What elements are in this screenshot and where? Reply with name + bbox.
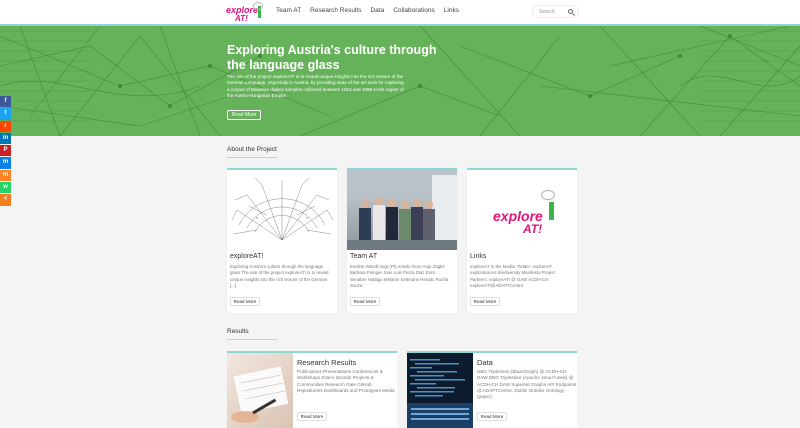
card-research-results: Research Results Publications Presentati… bbox=[227, 351, 397, 428]
dendrogram-image bbox=[227, 170, 337, 250]
whatsapp-icon[interactable]: w bbox=[0, 182, 11, 194]
team-photo bbox=[347, 170, 457, 250]
hero-banner: Exploring Austria's culture through the … bbox=[0, 26, 800, 136]
read-more-button[interactable]: Read More bbox=[297, 412, 327, 421]
card-text: Eveline Wandl-Vogt (PI) Amelie Dorn Anja… bbox=[350, 264, 449, 288]
card-team-at: Team AT Eveline Wandl-Vogt (PI) Amelie D… bbox=[347, 168, 457, 313]
facebook-icon[interactable]: f bbox=[0, 96, 11, 108]
logo-squiggle bbox=[253, 2, 263, 10]
mix-icon[interactable]: m bbox=[0, 169, 11, 182]
logo-squiggle bbox=[541, 190, 555, 200]
logo-text-bottom: AT! bbox=[523, 222, 543, 236]
read-more-button[interactable]: Read More bbox=[350, 297, 380, 306]
card-text: DBO Triplestore (BlazeGraph) @ ACDH-CH D… bbox=[477, 369, 577, 400]
card-title: Data bbox=[477, 358, 493, 367]
search-icon[interactable] bbox=[568, 9, 573, 14]
nav-data[interactable]: Data bbox=[370, 7, 384, 14]
reddit-icon[interactable]: r bbox=[0, 120, 11, 132]
hero-description: The aim of the project exploreAT! is to … bbox=[227, 74, 404, 99]
card-text: Publications Presentations Conferences &… bbox=[297, 369, 395, 393]
social-share-bar: f t r in P m m w < bbox=[0, 96, 12, 207]
card-links: explore AT! Links exploreAT in the Media… bbox=[467, 168, 577, 313]
read-more-button[interactable]: Read More bbox=[230, 297, 260, 306]
card-text: exploreAT in the Media: Twitter: explore… bbox=[470, 264, 556, 288]
pinterest-icon[interactable]: P bbox=[0, 145, 11, 157]
hero-read-more-button[interactable]: Read More bbox=[227, 110, 261, 120]
card-data: Data DBO Triplestore (BlazeGraph) @ ACDH… bbox=[407, 351, 577, 428]
data-code-image bbox=[407, 353, 473, 428]
card-title: exploreAT! bbox=[230, 253, 264, 260]
mewe-icon[interactable]: m bbox=[0, 157, 11, 169]
logo-exclamation-mark bbox=[549, 202, 554, 220]
results-section-title: Results bbox=[227, 328, 249, 335]
nav-team-at[interactable]: Team AT bbox=[276, 7, 301, 14]
search-placeholder: Search bbox=[539, 9, 555, 15]
results-section-divider bbox=[227, 339, 277, 340]
card-exploreat: exploreAT! Exploring Austria's culture t… bbox=[227, 168, 337, 313]
twitter-icon[interactable]: t bbox=[0, 108, 11, 120]
main-nav: Team AT Research Results Data Collaborat… bbox=[276, 7, 459, 14]
read-more-button[interactable]: Read More bbox=[477, 412, 507, 421]
card-title: Research Results bbox=[297, 358, 357, 367]
top-navbar: explore AT! Team AT Research Results Dat… bbox=[0, 0, 800, 26]
nav-links[interactable]: Links bbox=[444, 7, 459, 14]
read-more-button[interactable]: Read More bbox=[470, 297, 500, 306]
card-title: Team AT bbox=[350, 253, 378, 260]
exploreat-logo-image: explore AT! bbox=[467, 170, 577, 250]
search-input[interactable]: Search bbox=[532, 5, 579, 18]
research-results-image bbox=[227, 353, 293, 428]
about-section-divider bbox=[227, 157, 277, 158]
nav-collaborations[interactable]: Collaborations bbox=[393, 7, 435, 14]
card-text: Exploring Austria's culture through the … bbox=[230, 264, 329, 288]
site-logo[interactable]: explore AT! bbox=[226, 2, 266, 24]
linkedin-icon[interactable]: in bbox=[0, 132, 11, 145]
share-icon[interactable]: < bbox=[0, 194, 11, 206]
nav-research-results[interactable]: Research Results bbox=[310, 7, 361, 14]
card-title: Links bbox=[470, 253, 487, 260]
about-section-title: About the Project bbox=[227, 146, 277, 153]
hero-title: Exploring Austria's culture through the … bbox=[227, 43, 437, 72]
logo-text-bottom: AT! bbox=[235, 14, 248, 23]
